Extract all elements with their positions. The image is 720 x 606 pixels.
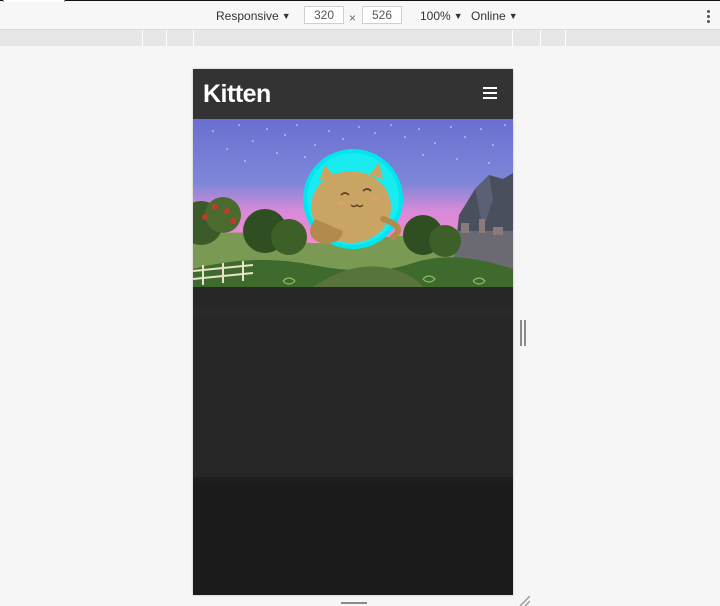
caret-down-icon: ▼ <box>453 11 463 21</box>
window-top-border <box>0 0 720 1</box>
content-section <box>193 287 513 477</box>
device-toolbar: Responsive ▼ 320 × 526 100% ▼ Online ▼ <box>0 2 720 30</box>
dimension-separator: × <box>349 11 357 25</box>
device-viewport: Kitten <box>193 69 513 595</box>
hamburger-menu-icon[interactable] <box>483 87 497 99</box>
site-logo[interactable]: Kitten <box>203 79 271 109</box>
caret-down-icon: ▼ <box>281 11 291 21</box>
width-input[interactable]: 320 <box>304 6 344 24</box>
device-select-label: Responsive <box>216 9 279 23</box>
network-select-label: Online <box>471 9 506 23</box>
footer-section <box>193 477 513 595</box>
more-options-icon[interactable] <box>707 10 711 25</box>
resize-handle-corner-icon[interactable] <box>516 596 530 606</box>
media-query-ruler[interactable] <box>0 30 720 46</box>
caret-down-icon: ▼ <box>508 11 518 21</box>
resize-handle-bottom[interactable] <box>341 602 367 604</box>
network-throttle-select[interactable]: Online ▼ <box>471 9 518 24</box>
site-header: Kitten <box>193 69 513 119</box>
zoom-select-label: 100% <box>420 9 451 23</box>
zoom-select[interactable]: 100% ▼ <box>420 9 463 24</box>
height-input[interactable]: 526 <box>362 6 402 24</box>
hero-image <box>193 119 513 287</box>
device-select[interactable]: Responsive ▼ <box>216 9 291 24</box>
resize-handle-right[interactable] <box>520 320 526 346</box>
